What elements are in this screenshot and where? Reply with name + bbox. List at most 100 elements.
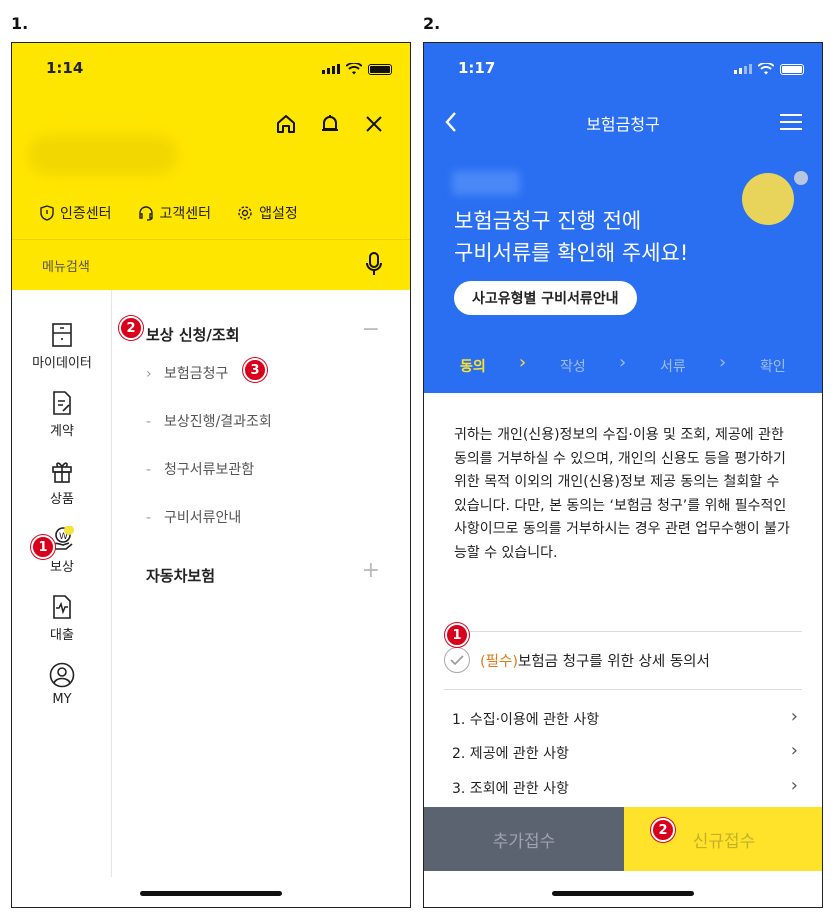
- contract-icon: [53, 391, 71, 415]
- step-marker-1: 1: [445, 623, 469, 647]
- decorative-dot: [794, 171, 808, 185]
- required-consent-row[interactable]: (필수)보험금 청구를 위한 상세 동의서: [444, 647, 710, 673]
- step-number-2: 2.: [423, 14, 441, 33]
- chevron-right-icon: ›: [790, 740, 798, 761]
- menu-item-document-box[interactable]: - 청구서류보관함: [146, 459, 254, 479]
- consent-detail-label: 1. 수집·이용에 관한 사항: [452, 712, 600, 728]
- consent-detail-inquiry[interactable]: 3. 조회에 관한 사항 ›: [452, 775, 798, 798]
- bell-icon[interactable]: [319, 113, 341, 135]
- consent-detail-collection[interactable]: 1. 수집·이용에 관한 사항 ›: [452, 706, 798, 729]
- step-marker-2: 2: [651, 818, 675, 842]
- menu-item-label: 보상진행/결과조회: [164, 414, 272, 430]
- status-bar: 1:14: [12, 43, 410, 93]
- wifi-icon: [758, 63, 774, 75]
- divider: [444, 689, 802, 690]
- close-icon[interactable]: [363, 113, 385, 135]
- step-separator-icon: ›: [719, 352, 727, 373]
- signal-icon: [734, 64, 752, 74]
- link-customer-center-label: 고객센터: [159, 206, 212, 222]
- expand-icon[interactable]: +: [362, 558, 380, 583]
- user-icon: [49, 662, 75, 688]
- step-marker-3: 3: [243, 358, 267, 382]
- sidebar: 마이데이터 계약 상품 W 보상 대출 MY: [12, 290, 112, 877]
- hamburger-menu-icon[interactable]: [780, 113, 802, 131]
- loan-icon: [53, 595, 71, 619]
- wifi-icon: [346, 63, 362, 75]
- status-icons: [322, 63, 392, 75]
- step-write: 작성: [560, 359, 586, 375]
- hero-text: 보험금청구 진행 전에 구비서류를 확인해 주세요!: [454, 205, 688, 269]
- link-app-settings[interactable]: 앱설정: [237, 203, 298, 223]
- step-marker-2: 2: [119, 316, 143, 340]
- home-icon[interactable]: [275, 113, 297, 135]
- sidebar-item-label: 마이데이터: [32, 356, 92, 371]
- step-consent: 동의: [460, 359, 486, 375]
- menu-item-label: 보험금청구: [164, 366, 229, 382]
- hero-line-2: 구비서류를 확인해 주세요!: [454, 241, 689, 265]
- new-claim-button[interactable]: 신규접수: [624, 807, 822, 871]
- checkbox[interactable]: [444, 647, 470, 673]
- page-title: 보험금청구: [586, 115, 660, 134]
- blurred-user-name: [28, 135, 178, 175]
- menu-item-progress[interactable]: - 보상진행/결과조회: [146, 411, 272, 431]
- divider: [444, 631, 802, 632]
- headset-icon: [138, 206, 153, 221]
- sidebar-item-label: 계약: [50, 424, 74, 439]
- step-separator-icon: ›: [519, 352, 527, 373]
- status-bar: 1:17: [424, 43, 822, 93]
- hero-line-1: 보험금청구 진행 전에: [454, 209, 642, 233]
- consent-detail-label: 2. 제공에 관한 사항: [452, 746, 569, 762]
- step-marker-1: 1: [31, 535, 55, 559]
- menu-search-bar[interactable]: 메뉴검색: [12, 239, 410, 290]
- additional-claim-button[interactable]: 추가접수: [424, 807, 624, 871]
- chevron-right-icon: ›: [790, 775, 798, 796]
- progress-steps: 동의 › 작성 › 서류 › 확인: [424, 348, 822, 378]
- section-title-auto[interactable]: 자동차보험: [146, 565, 215, 586]
- chevron-right-icon: ›: [790, 706, 798, 727]
- microphone-icon[interactable]: [366, 252, 382, 276]
- sidebar-item-my[interactable]: MY: [12, 662, 112, 707]
- sidebar-item-product[interactable]: 상품: [12, 458, 112, 507]
- collapse-icon[interactable]: −: [362, 317, 380, 342]
- home-indicator: [140, 891, 282, 896]
- blurred-user-name: [452, 171, 520, 195]
- decorative-circle: [742, 173, 794, 225]
- menu-item-document-guide[interactable]: - 구비서류안내: [146, 507, 241, 527]
- sidebar-item-loan[interactable]: 대출: [12, 594, 112, 643]
- phone-screen-menu: 1:14 인증센터 고객센터 앱설정 메뉴검색 마이데이터 계약 상품 W 보상…: [11, 42, 411, 908]
- sidebar-item-label: 보상: [50, 560, 74, 575]
- sidebar-item-label: 상품: [50, 492, 74, 507]
- consent-detail-provision[interactable]: 2. 제공에 관한 사항 ›: [452, 740, 798, 763]
- step-documents: 서류: [660, 359, 686, 375]
- step-separator-icon: ›: [619, 352, 627, 373]
- search-placeholder: 메뉴검색: [42, 260, 90, 275]
- sidebar-item-compensation[interactable]: W 보상: [12, 526, 112, 575]
- step-confirm: 확인: [760, 359, 786, 375]
- quick-links: 인증센터 고객센터 앱설정: [40, 203, 298, 223]
- document-guide-button[interactable]: 사고유형별 구비서류안내: [454, 281, 637, 315]
- shield-icon: [40, 205, 54, 221]
- status-icons: [734, 63, 804, 75]
- menu-item-label: 구비서류안내: [164, 510, 242, 526]
- gift-icon: [52, 462, 72, 483]
- menu-item-claim[interactable]: › 보험금청구: [146, 363, 228, 383]
- clock: 1:14: [46, 59, 84, 77]
- link-app-settings-label: 앱설정: [259, 206, 298, 222]
- consent-detail-label: 3. 조회에 관한 사항: [452, 781, 569, 797]
- sidebar-item-mydata[interactable]: 마이데이터: [12, 322, 112, 371]
- check-icon: [450, 655, 464, 666]
- battery-icon: [368, 63, 392, 75]
- battery-icon: [780, 63, 804, 75]
- menu-item-label: 청구서류보관함: [164, 462, 255, 478]
- sidebar-item-contract[interactable]: 계약: [12, 390, 112, 439]
- sidebar-item-label: 대출: [50, 628, 74, 643]
- drawer-icon: [52, 323, 72, 347]
- section-title-claims[interactable]: 보상 신청/조회: [146, 324, 240, 345]
- link-customer-center[interactable]: 고객센터: [138, 203, 212, 223]
- link-auth-center[interactable]: 인증센터: [40, 203, 112, 223]
- phone-screen-claim: 1:17 보험금청구 보험금청구 진행 전에 구비서류를 확인해 주세요! 사고…: [423, 42, 823, 908]
- clock: 1:17: [458, 59, 496, 77]
- signal-icon: [322, 64, 340, 74]
- required-tag: (필수): [480, 653, 518, 670]
- consent-notice: 귀하는 개인(신용)정보의 수집·이용 및 조회, 제공에 관한 동의를 거부하…: [454, 427, 790, 561]
